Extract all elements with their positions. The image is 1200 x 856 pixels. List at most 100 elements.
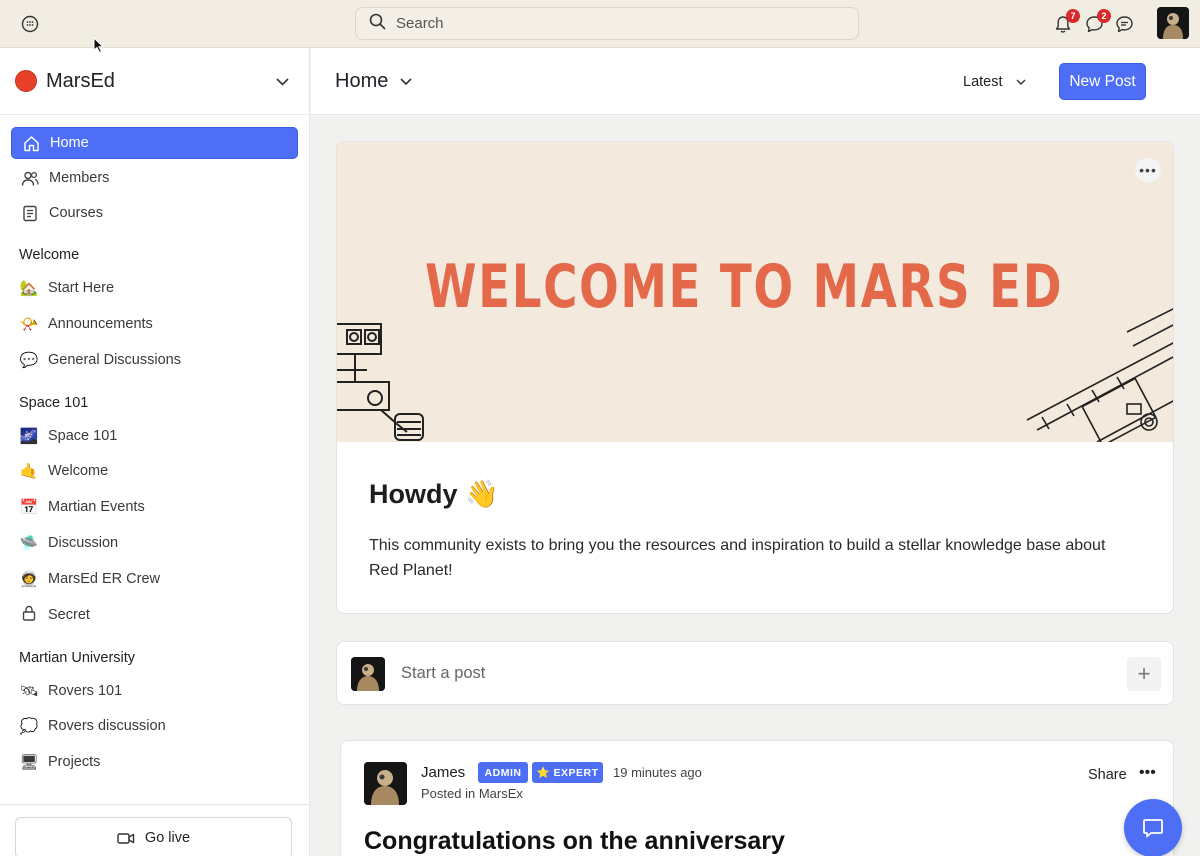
welcome-banner: WELCOME TO MARS ED ••• (337, 142, 1173, 442)
space-item-marsed-er-crew[interactable]: 🧑‍🚀 MarsEd ER Crew (0, 563, 309, 595)
avatar (351, 657, 385, 691)
space-item-label: Welcome (48, 463, 109, 480)
sidebar-item-courses[interactable]: Courses (11, 197, 298, 229)
space-item-welcome[interactable]: 🤙 Welcome (0, 455, 309, 487)
chat-icon (1143, 819, 1163, 838)
main-nav: Home Members Courses (0, 115, 309, 229)
community-logo (15, 70, 37, 92)
add-icon[interactable]: + (1127, 657, 1161, 691)
notifications-button[interactable]: 7 (1052, 9, 1080, 35)
space-item-space-101[interactable]: 🌌 Space 101 (0, 420, 309, 452)
space-item-label: Projects (48, 754, 101, 771)
space-item-discussion[interactable]: 🛸 Discussion (0, 527, 309, 559)
space-item-label: Rovers 101 (48, 682, 123, 699)
go-live-footer: Go live (0, 804, 309, 856)
ufo-icon: 🛸 (19, 534, 39, 552)
sidebar-item-members[interactable]: Members (11, 162, 298, 194)
search-input[interactable] (396, 15, 836, 32)
community-header[interactable]: MarsEd (0, 48, 309, 115)
expert-badge: ⭐ EXPERT (532, 762, 603, 783)
chats-button[interactable] (1113, 13, 1135, 35)
avatar[interactable] (364, 762, 407, 805)
sidebar-item-label: Home (50, 135, 89, 151)
post-space[interactable]: Posted in MarsEx (421, 786, 523, 801)
community-name: MarsEd (46, 69, 115, 92)
page-title-dropdown[interactable]: Home (335, 70, 412, 93)
space-item-projects[interactable]: 🖥 Projects (0, 746, 309, 778)
space-item-label: Secret (48, 606, 90, 623)
welcome-body: This community exists to bring you the r… (369, 537, 1106, 579)
space-group-martian-university: Martian University 🛰 Rovers 101 💭 Rovers d… (0, 650, 309, 779)
share-button[interactable]: Share (1088, 767, 1127, 783)
sidebar-item-home[interactable]: Home (11, 127, 298, 159)
thought-balloon-icon: 💭 (19, 718, 39, 736)
sort-dropdown[interactable]: Latest (963, 74, 1026, 90)
space-item-label: Discussion (48, 534, 119, 551)
welcome-card: WELCOME TO MARS ED ••• Howdy 👋 This comm… (336, 141, 1174, 614)
chat-launcher-button[interactable] (1124, 799, 1182, 856)
speech-balloon-icon: 💬 (19, 351, 39, 369)
sidebar-item-label: Members (49, 170, 110, 186)
call-me-hand-icon: 🤙 (19, 463, 39, 481)
post-timestamp[interactable]: 19 minutes ago (613, 765, 702, 780)
chevron-down-icon[interactable] (276, 73, 289, 91)
chevron-down-icon (1016, 79, 1026, 86)
horn-icon: 📯 (19, 315, 39, 333)
messages-count-badge: 2 (1097, 9, 1111, 23)
computer-icon: 🖥 (19, 754, 39, 772)
community-switcher-icon[interactable] (20, 14, 40, 34)
video-camera-icon (117, 832, 135, 845)
space-item-label: Start Here (48, 280, 115, 296)
composer-placeholder[interactable]: Start a post (401, 664, 485, 683)
search-icon (369, 13, 386, 35)
welcome-heading: Howdy 👋 (369, 479, 499, 509)
space-group-title[interactable]: Martian University (0, 650, 309, 666)
admin-badge: ADMIN (478, 762, 528, 783)
more-options-icon[interactable]: ••• (1139, 764, 1156, 782)
sidebar-item-label: Courses (49, 205, 103, 221)
new-post-button[interactable]: New Post (1059, 63, 1146, 100)
home-icon (22, 134, 40, 152)
notifications-count-badge: 7 (1066, 9, 1080, 23)
galaxy-icon: 🌌 (19, 427, 39, 445)
members-icon (21, 169, 39, 187)
space-item-start-here[interactable]: 🏡 Start Here (0, 272, 309, 304)
page-title: Home (335, 70, 389, 92)
space-group-welcome: Welcome 🏡 Start Here 📯 Announcements 💬 Gene… (0, 247, 309, 376)
post-card: James ADMIN ⭐ EXPERT 19 minutes ago Post… (340, 740, 1174, 856)
post-author[interactable]: James (421, 764, 465, 781)
post-composer[interactable]: Start a post + (336, 641, 1174, 705)
user-avatar[interactable] (1157, 7, 1189, 39)
more-options-icon[interactable]: ••• (1135, 158, 1161, 182)
space-item-rovers-101[interactable]: 🛰 Rovers 101 (0, 675, 309, 707)
space-group-title[interactable]: Welcome (0, 247, 309, 263)
space-item-label: General Discussions (48, 351, 181, 368)
space-item-label: Space 101 (48, 427, 118, 444)
space-group-space-101: Space 101 🌌 Space 101 🤙 Welcome 📅 Martian E… (0, 395, 309, 631)
space-item-general-discussions[interactable]: 💬 General Discussions (0, 344, 309, 376)
calendar-icon: 📅 (19, 499, 39, 517)
space-item-martian-events[interactable]: 📅 Martian Events (0, 491, 309, 523)
courses-icon (21, 204, 39, 222)
chevron-down-icon (400, 77, 412, 86)
sidebar: MarsEd Home Members Courses Welcome 🏡 Sta… (0, 48, 310, 856)
sort-label: Latest (963, 74, 1003, 90)
space-item-label: Announcements (48, 315, 153, 332)
post-title[interactable]: Congratulations on the anniversary (364, 827, 785, 856)
messages-button[interactable]: 2 (1083, 9, 1111, 35)
lock-icon (19, 605, 39, 625)
house-icon: 🏡 (19, 280, 39, 297)
space-group-title[interactable]: Space 101 (0, 395, 309, 411)
search-box[interactable] (355, 7, 859, 40)
space-item-announcements[interactable]: 📯 Announcements (0, 308, 309, 340)
rover-icon: 🛰 (19, 682, 39, 700)
space-item-label: Martian Events (48, 499, 145, 516)
space-item-label: Rovers discussion (48, 718, 166, 735)
go-live-button[interactable]: Go live (15, 817, 292, 856)
astronaut-icon: 🧑‍🚀 (19, 570, 39, 588)
space-item-secret[interactable]: Secret (0, 599, 309, 631)
mouse-cursor (93, 36, 105, 59)
space-item-rovers-discussion[interactable]: 💭 Rovers discussion (0, 710, 309, 742)
main-header: Home Latest New Post (311, 48, 1200, 115)
go-live-label: Go live (144, 830, 191, 846)
